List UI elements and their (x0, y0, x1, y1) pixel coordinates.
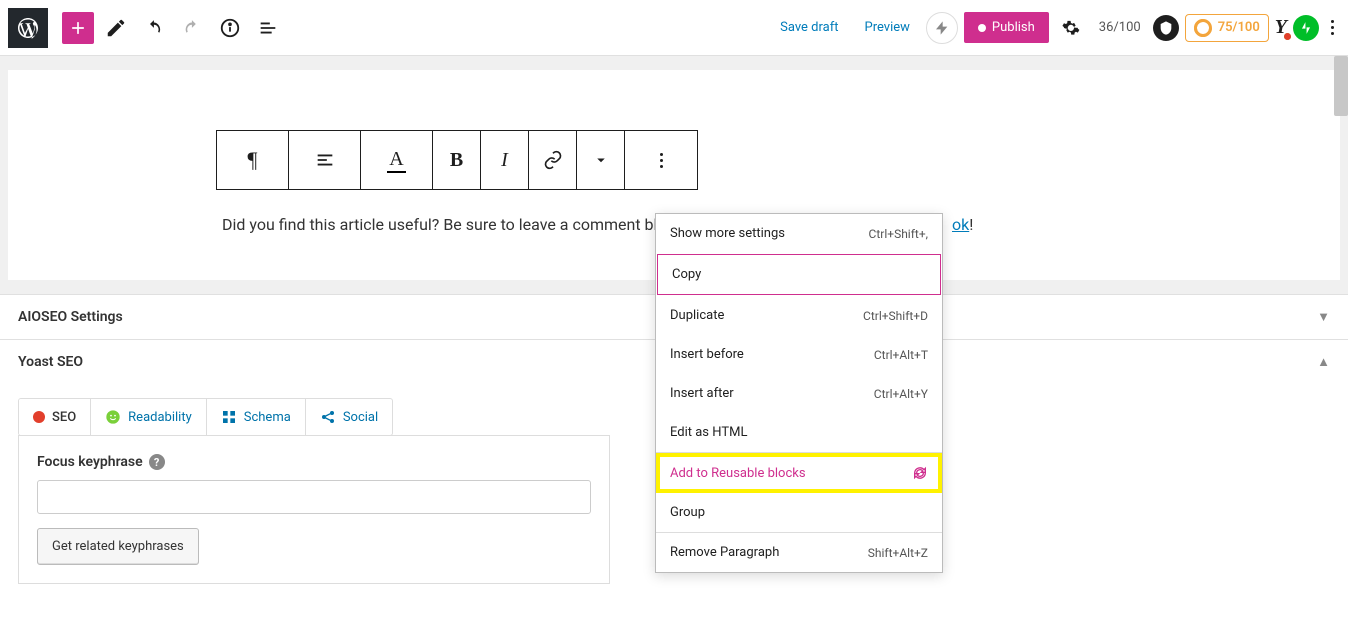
tab-readability[interactable]: Readability (91, 399, 207, 435)
list-icon (257, 17, 279, 39)
menu-group[interactable]: Group (656, 493, 942, 532)
wordpress-logo[interactable] (8, 8, 48, 48)
align-left-icon (314, 149, 336, 171)
tab-seo[interactable]: SEO (19, 399, 91, 435)
link-icon (543, 150, 563, 170)
bolt-icon (934, 20, 950, 36)
related-keyphrases-button[interactable]: Get related keyphrases (37, 528, 199, 565)
editor-top-bar: Save draft Preview Publish 36/100 75/100… (0, 0, 1348, 56)
undo-button[interactable] (138, 12, 170, 44)
settings-button[interactable] (1055, 12, 1087, 44)
menu-show-more-settings[interactable]: Show more settingsCtrl+Shift+, (656, 214, 942, 253)
italic-button[interactable]: I (481, 131, 529, 189)
yoast-tabs: SEO Readability Schema Social (18, 398, 393, 436)
paragraph-block-button[interactable]: ¶ (217, 131, 289, 189)
publish-button[interactable]: Publish (964, 12, 1049, 43)
wordpress-icon (16, 16, 40, 40)
menu-insert-after[interactable]: Insert afterCtrl+Alt+Y (656, 374, 942, 413)
chevron-up-icon: ▲ (1317, 354, 1330, 370)
menu-copy[interactable]: Copy (657, 254, 941, 295)
scrollbar[interactable] (1334, 56, 1348, 116)
add-block-button[interactable] (62, 12, 94, 44)
text-color-button[interactable]: A (361, 131, 433, 189)
link-button[interactable] (529, 131, 577, 189)
more-rich-text-button[interactable] (577, 131, 625, 189)
focus-keyphrase-input[interactable] (37, 480, 591, 514)
info-button[interactable] (214, 12, 246, 44)
status-dot-icon (33, 411, 45, 423)
tab-social[interactable]: Social (306, 399, 392, 435)
save-draft-button[interactable]: Save draft (770, 14, 848, 41)
redo-button (176, 12, 208, 44)
aioseo-logo-icon[interactable] (1153, 15, 1179, 41)
aioseo-icon (1158, 20, 1174, 36)
tab-schema[interactable]: Schema (207, 399, 306, 435)
undo-icon (143, 17, 165, 39)
jetpack-status[interactable] (926, 12, 958, 44)
block-toolbar: ¶ A B I (216, 130, 698, 190)
smiley-icon (105, 409, 121, 425)
menu-edit-html[interactable]: Edit as HTML (656, 413, 942, 452)
bold-button[interactable]: B (433, 131, 481, 189)
chevron-down-icon (592, 151, 610, 169)
align-button[interactable] (289, 131, 361, 189)
aioseo-score-text: 36/100 (1093, 20, 1147, 35)
gear-icon (1060, 17, 1082, 39)
reusable-icon (912, 465, 928, 481)
more-options-button[interactable] (1325, 14, 1340, 41)
chevron-down-icon: ▼ (1317, 309, 1330, 325)
plus-icon (68, 18, 88, 38)
paragraph-content[interactable]: Did you find this article useful? Be sur… (222, 215, 695, 234)
menu-add-reusable[interactable]: Add to Reusable blocks (656, 453, 942, 493)
share-icon (320, 409, 336, 425)
focus-keyphrase-label: Focus keyphrase (37, 454, 143, 470)
menu-remove-paragraph[interactable]: Remove ParagraphShift+Alt+Z (656, 533, 942, 572)
jetpack-icon (1299, 21, 1313, 35)
block-options-dropdown: Show more settingsCtrl+Shift+, Copy Dupl… (655, 213, 943, 573)
menu-duplicate[interactable]: DuplicateCtrl+Shift+D (656, 296, 942, 335)
info-icon (219, 17, 241, 39)
outline-button[interactable] (252, 12, 284, 44)
redo-icon (181, 17, 203, 39)
preview-button[interactable]: Preview (855, 14, 920, 41)
edit-mode-button[interactable] (100, 12, 132, 44)
yoast-score-badge[interactable]: 75/100 (1185, 14, 1269, 42)
yoast-logo[interactable]: Y (1275, 16, 1287, 39)
score-ring-icon (1194, 19, 1212, 37)
grid-icon (221, 409, 237, 425)
menu-insert-before[interactable]: Insert beforeCtrl+Alt+T (656, 335, 942, 374)
help-icon[interactable]: ? (149, 454, 165, 470)
jetpack-logo[interactable] (1293, 15, 1319, 41)
pencil-icon (105, 17, 127, 39)
block-more-options-button[interactable] (625, 131, 697, 189)
seo-tab-content: Focus keyphrase ? Get related keyphrases (18, 435, 610, 584)
